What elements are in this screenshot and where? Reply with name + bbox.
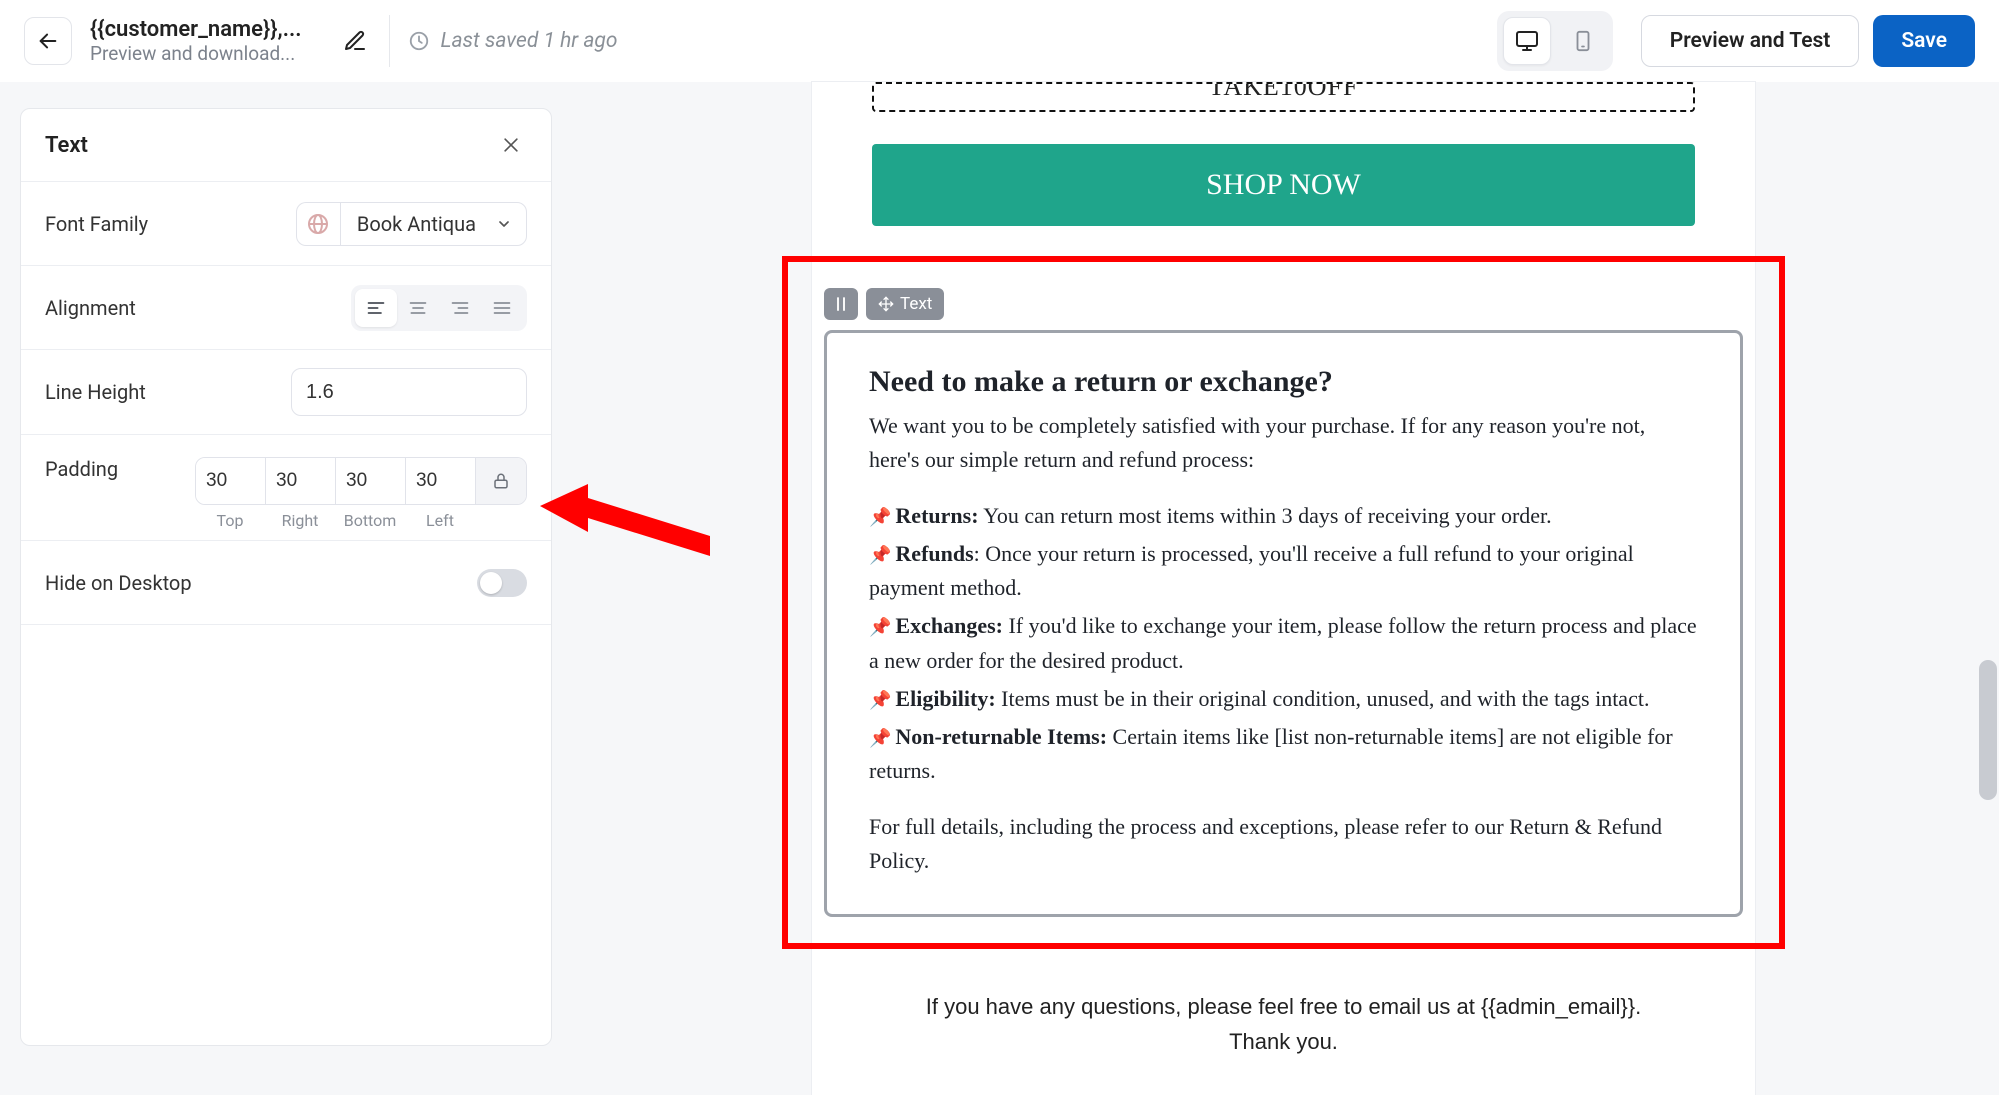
policy-returns: 📌Returns: You can return most items with…	[869, 499, 1698, 533]
hide-desktop-row: Hide on Desktop	[21, 541, 551, 625]
policy-exchanges: 📌Exchanges: If you'd like to exchange yo…	[869, 609, 1698, 677]
pin-icon: 📌	[869, 545, 891, 565]
text-block-closing: For full details, including the process …	[869, 810, 1698, 878]
close-panel-button[interactable]	[495, 129, 527, 161]
device-desktop-button[interactable]	[1503, 17, 1551, 65]
back-button[interactable]	[24, 17, 72, 65]
save-button[interactable]: Save	[1873, 15, 1975, 67]
arrow-left-icon	[37, 30, 59, 52]
padding-right-input[interactable]	[266, 458, 336, 504]
coupon-code-box[interactable]: TAKE10OFF	[872, 82, 1695, 112]
page-subtitle: Preview and download...	[90, 42, 301, 65]
policy-list: 📌Returns: You can return most items with…	[869, 499, 1698, 788]
align-center-button[interactable]	[397, 289, 439, 327]
page-title: {{customer_name}},...	[90, 17, 301, 42]
pin-icon: 📌	[869, 507, 891, 527]
top-bar: {{customer_name}},... Preview and downlo…	[0, 0, 1999, 82]
pin-icon: 📌	[869, 617, 891, 637]
pin-icon: 📌	[869, 728, 891, 748]
padding-top-input[interactable]	[196, 458, 266, 504]
block-type-badge[interactable]: Text	[866, 288, 944, 320]
smartphone-icon	[1572, 30, 1594, 52]
padding-row: Padding Top Right Bottom Left	[21, 435, 551, 541]
block-toolbar: Text	[824, 288, 1743, 320]
align-center-icon	[408, 298, 428, 318]
padding-sublabels: Top Right Bottom Left	[195, 511, 527, 530]
footer-text: If you have any questions, please feel f…	[812, 989, 1755, 1079]
line-height-input[interactable]	[291, 368, 527, 416]
device-mobile-button[interactable]	[1559, 17, 1607, 65]
preview-test-button[interactable]: Preview and Test	[1641, 15, 1860, 67]
text-properties-panel: Text Font Family Book Antiqua Alignment	[20, 108, 552, 1046]
font-family-label: Font Family	[45, 212, 148, 236]
panel-header: Text	[21, 109, 551, 182]
email-canvas[interactable]: TAKE10OFF SHOP NOW Text Need to make a r…	[812, 82, 1755, 1095]
hide-desktop-toggle[interactable]	[477, 569, 527, 597]
padding-lock-button[interactable]	[476, 458, 526, 504]
annotation-arrow-icon	[540, 480, 710, 560]
padding-inputs	[195, 457, 527, 505]
padding-bottom-sublabel: Bottom	[335, 511, 405, 530]
align-left-icon	[366, 298, 386, 318]
policy-eligibility: 📌Eligibility: Items must be in their ori…	[869, 682, 1698, 716]
alignment-label: Alignment	[45, 296, 136, 320]
font-family-value: Book Antiqua	[357, 212, 476, 236]
padding-left-input[interactable]	[406, 458, 476, 504]
align-right-icon	[450, 298, 470, 318]
divider	[389, 15, 390, 67]
shop-now-button[interactable]: SHOP NOW	[872, 144, 1695, 226]
line-height-label: Line Height	[45, 380, 146, 404]
policy-refunds: 📌Refunds: Once your return is processed,…	[869, 537, 1698, 605]
panel-empty-area	[21, 625, 551, 1045]
pin-icon: 📌	[869, 690, 891, 710]
padding-left-sublabel: Left	[405, 511, 475, 530]
monitor-icon	[1515, 29, 1539, 53]
text-block-heading: Need to make a return or exchange?	[869, 365, 1698, 399]
topbar-actions: Preview and Test Save	[1641, 15, 1975, 67]
align-justify-button[interactable]	[481, 289, 523, 327]
chevron-down-icon	[496, 216, 512, 232]
padding-bottom-input[interactable]	[336, 458, 406, 504]
font-family-dropdown[interactable]: Book Antiqua	[340, 202, 527, 246]
footer-line2: Thank you.	[1229, 1029, 1338, 1054]
page-title-block: {{customer_name}},... Preview and downlo…	[90, 17, 301, 65]
clock-icon	[408, 30, 430, 52]
move-icon	[878, 296, 894, 312]
globe-icon	[306, 212, 330, 236]
padding-label: Padding	[45, 457, 118, 481]
policy-nonreturnable: 📌Non-returnable Items: Certain items lik…	[869, 720, 1698, 788]
selected-block-highlight: Text Need to make a return or exchange? …	[782, 256, 1785, 949]
block-type-label: Text	[900, 294, 932, 314]
coupon-code-text: TAKE10OFF	[1209, 82, 1359, 101]
align-right-button[interactable]	[439, 289, 481, 327]
text-block[interactable]: Need to make a return or exchange? We wa…	[824, 330, 1743, 917]
hide-desktop-label: Hide on Desktop	[45, 571, 192, 595]
padding-right-sublabel: Right	[265, 511, 335, 530]
alignment-row: Alignment	[21, 266, 551, 350]
panel-title: Text	[45, 133, 88, 158]
close-icon	[501, 135, 521, 155]
device-toggle	[1497, 11, 1613, 71]
pencil-icon	[343, 29, 367, 53]
font-family-row: Font Family Book Antiqua	[21, 182, 551, 266]
alignment-group	[351, 285, 527, 331]
line-height-row: Line Height	[21, 350, 551, 435]
columns-icon	[832, 295, 850, 313]
align-justify-icon	[492, 298, 512, 318]
block-columns-button[interactable]	[824, 288, 858, 320]
scrollbar[interactable]	[1979, 660, 1997, 800]
global-style-button[interactable]	[296, 202, 340, 246]
lock-icon	[492, 472, 510, 490]
font-family-control: Book Antiqua	[296, 202, 527, 246]
last-saved-text: Last saved 1 hr ago	[440, 29, 617, 53]
last-saved: Last saved 1 hr ago	[408, 29, 617, 53]
align-left-button[interactable]	[355, 289, 397, 327]
padding-top-sublabel: Top	[195, 511, 265, 530]
footer-line1: If you have any questions, please feel f…	[926, 994, 1641, 1019]
text-block-intro: We want you to be completely satisfied w…	[869, 409, 1698, 477]
edit-title-button[interactable]	[331, 17, 379, 65]
